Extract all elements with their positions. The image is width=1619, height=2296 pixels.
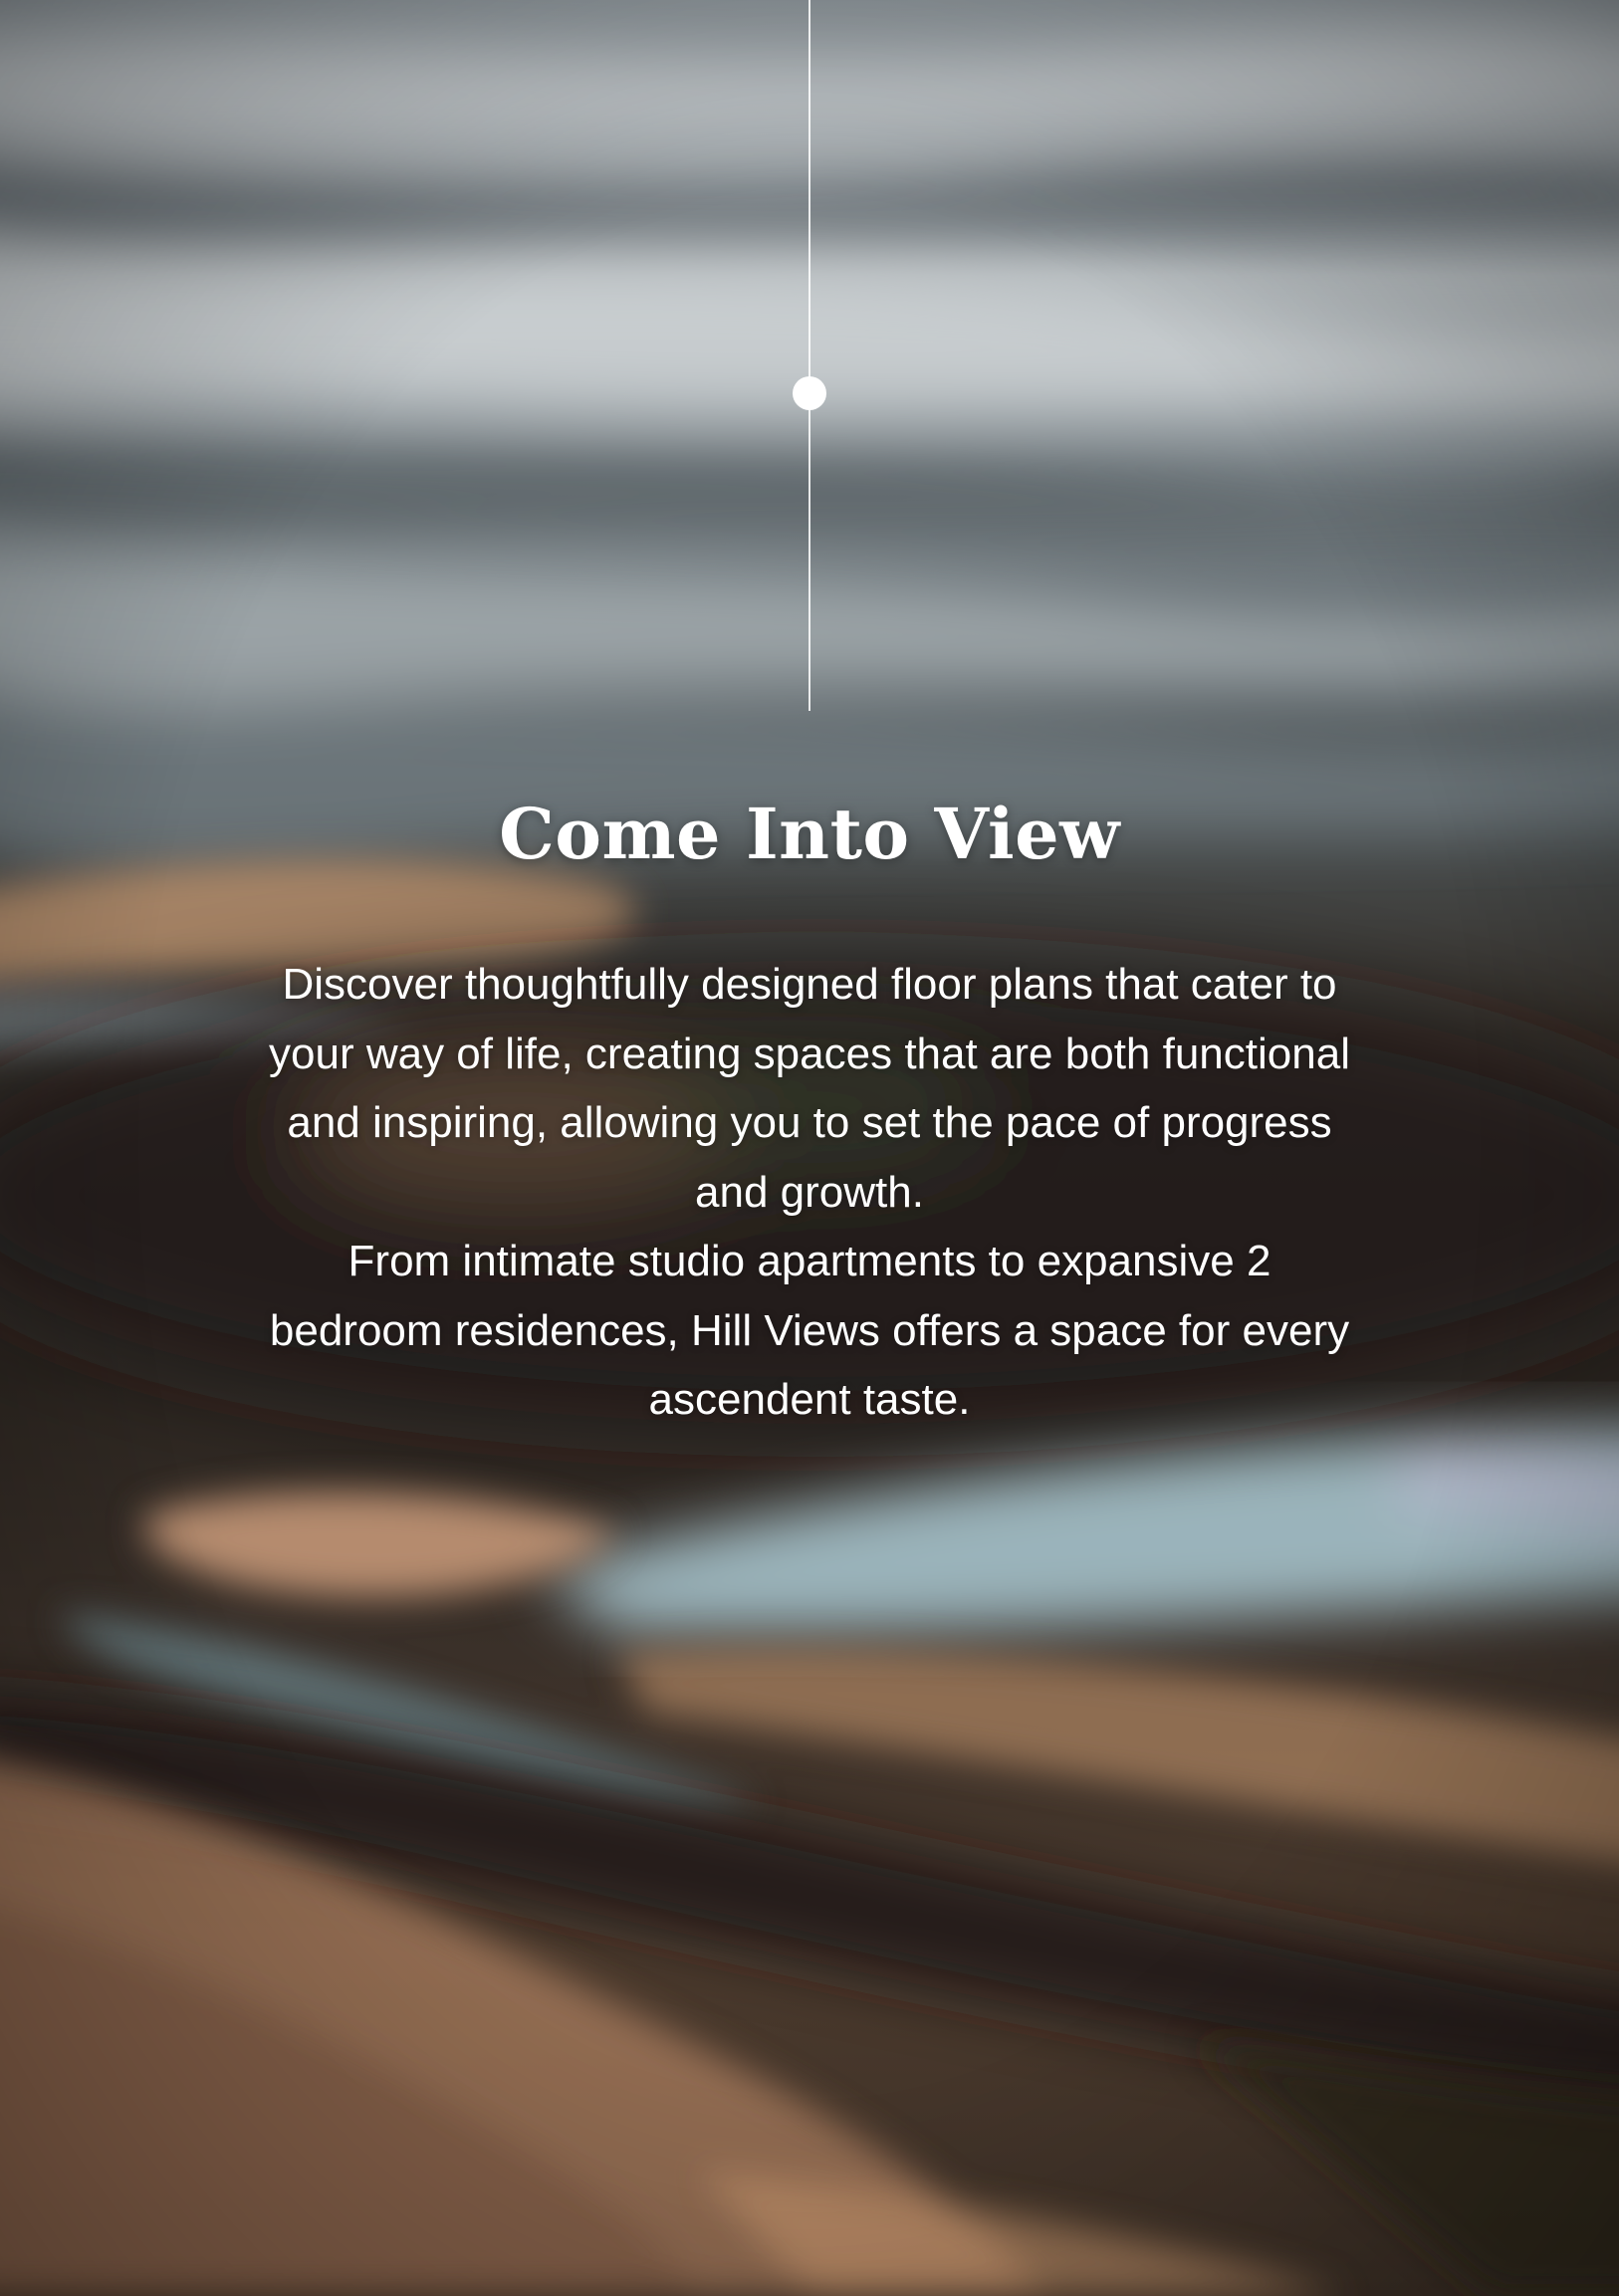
- intro-paragraph-2: From intimate studio apartments to expan…: [269, 1237, 1350, 1424]
- intro-paragraph-1: Discover thoughtfully designed floor pla…: [269, 960, 1350, 1217]
- intro-text: Discover thoughtfully designed floor pla…: [262, 950, 1357, 1435]
- page: Come Into View Discover thoughtfully des…: [0, 0, 1619, 2296]
- vertical-divider-line: [809, 0, 810, 711]
- content-overlay: Come Into View Discover thoughtfully des…: [0, 0, 1619, 2296]
- divider-dot-icon: [793, 376, 826, 410]
- page-title: Come Into View: [499, 793, 1120, 875]
